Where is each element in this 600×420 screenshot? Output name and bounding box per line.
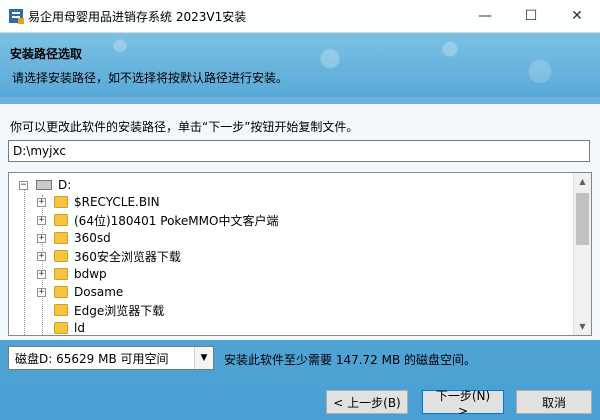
header-banner: 安装路径选取 请选择安装路径，如不选择将按默认路径进行安装。 <box>0 33 600 97</box>
chevron-down-icon[interactable]: ▼ <box>194 347 213 369</box>
tree-item-label: Edge浏览器下载 <box>74 303 165 318</box>
tree-item-label: D: <box>58 178 72 192</box>
expand-icon[interactable]: + <box>37 233 46 243</box>
tree-item-label: 360sd <box>74 231 111 245</box>
folder-tree[interactable]: − D: + $RECYCLE.BIN + (64位)180401 PokeMM… <box>8 172 592 336</box>
tree-item[interactable]: + 360sd <box>37 229 111 247</box>
tree-item[interactable]: ld <box>37 319 85 335</box>
folder-icon <box>54 214 68 226</box>
space-required-text: 安装此软件至少需要 147.72 MB 的磁盘空间。 <box>224 353 477 367</box>
folder-icon <box>54 286 68 298</box>
install-path-input[interactable] <box>8 140 590 162</box>
scroll-up-icon[interactable]: ▲ <box>574 173 591 190</box>
collapse-icon[interactable]: − <box>19 180 28 190</box>
folder-icon <box>54 232 68 244</box>
expand-icon[interactable]: + <box>37 197 46 207</box>
maximize-button[interactable]: ☐ <box>508 0 554 32</box>
tree-line-root <box>24 185 25 335</box>
window-title: 易企用母婴用品进销存系统 2023V1安装 <box>28 10 247 24</box>
expand-icon[interactable]: + <box>37 269 46 279</box>
tree-item-label: Dosame <box>74 285 124 299</box>
tree-item-label: ld <box>74 321 85 335</box>
back-button[interactable]: < 上一步(B) <box>326 390 408 414</box>
tree-item[interactable]: + bdwp <box>37 265 107 283</box>
installer-window: 易企用母婴用品进销存系统 2023V1安装 — ☐ ✕ 安装路径选取 请选择安装… <box>0 0 600 420</box>
minimize-button[interactable]: — <box>462 0 508 32</box>
folder-icon <box>54 304 68 316</box>
drive-select-value: 磁盘D: 65629 MB 可用空间 <box>15 351 169 366</box>
tree-item[interactable]: + Dosame <box>37 283 123 301</box>
tree-item-label: (64位)180401 PokeMMO中文客户端 <box>74 213 279 228</box>
next-button[interactable]: 下一步(N) > <box>422 389 504 418</box>
tree-item[interactable]: + (64位)180401 PokeMMO中文客户端 <box>37 211 278 229</box>
folder-icon <box>54 250 68 262</box>
cancel-button[interactable]: 取消 <box>516 390 592 414</box>
banner-title: 安装路径选取 <box>10 47 83 61</box>
folder-icon <box>54 196 68 208</box>
expand-icon[interactable]: + <box>37 215 46 225</box>
tree-item-label: bdwp <box>74 267 107 281</box>
close-button[interactable]: ✕ <box>554 0 600 32</box>
drive-icon <box>36 180 52 190</box>
tree-root-drive[interactable]: − D: <box>19 176 71 194</box>
banner-subtitle: 请选择安装路径，如不选择将按默认路径进行安装。 <box>12 71 289 85</box>
tree-item[interactable]: + $RECYCLE.BIN <box>37 193 160 211</box>
folder-icon <box>54 268 68 280</box>
scrollbar-thumb[interactable] <box>576 193 589 245</box>
app-icon <box>9 9 24 24</box>
tree-item[interactable]: Edge浏览器下载 <box>37 301 164 319</box>
expand-icon[interactable]: + <box>37 287 46 297</box>
expand-icon[interactable]: + <box>37 251 46 261</box>
drive-select[interactable]: 磁盘D: 65629 MB 可用空间 ▼ <box>8 346 214 370</box>
tree-item-label: 360安全浏览器下载 <box>74 249 181 264</box>
tree-item-label: $RECYCLE.BIN <box>74 195 160 209</box>
title-bar: 易企用母婴用品进销存系统 2023V1安装 — ☐ ✕ <box>0 0 600 33</box>
tree-scrollbar[interactable]: ▲ ▼ <box>573 173 591 335</box>
path-description: 你可以更改此软件的安装路径，单击“下一步”按钮开始复制文件。 <box>10 120 359 134</box>
folder-icon <box>54 322 68 334</box>
tree-item[interactable]: + 360安全浏览器下载 <box>37 247 181 265</box>
scroll-down-icon[interactable]: ▼ <box>574 318 591 335</box>
